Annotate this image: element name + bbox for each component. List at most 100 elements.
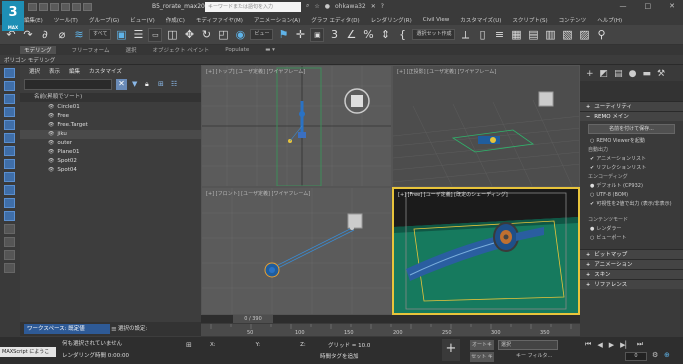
display-cameras-icon[interactable] bbox=[4, 107, 15, 117]
zoom-extents-icon[interactable]: ⊕ bbox=[664, 351, 670, 359]
x-coord-label[interactable]: X: bbox=[210, 342, 216, 348]
pivot-icon[interactable]: ⚑ bbox=[276, 28, 290, 42]
list-item[interactable]: 👁︎ Free bbox=[20, 112, 201, 121]
reference-coord-dropdown[interactable]: ビュー bbox=[250, 29, 274, 40]
bitmap-rollout[interactable]: + ビットマップ bbox=[580, 249, 683, 259]
window-crossing-icon[interactable]: ◫ bbox=[165, 28, 179, 42]
display-bones-icon[interactable] bbox=[4, 172, 15, 182]
time-config-icon[interactable]: ⚙ bbox=[652, 351, 658, 359]
save-icon[interactable] bbox=[50, 3, 59, 11]
layer-explorer-icon[interactable]: ≡ bbox=[492, 28, 506, 42]
name-column-header[interactable]: 名前(昇順でソート) bbox=[20, 93, 201, 102]
viewport-top[interactable]: [+] [トップ] [ユーザ定義] [ワイヤフレーム] bbox=[201, 65, 392, 187]
selection-settings[interactable]: 選択の設定: bbox=[118, 324, 147, 332]
viewport-orthographic[interactable]: [+] [正投影] [ユーザ定義] [ワイヤフレーム] bbox=[392, 65, 580, 187]
undo-icon[interactable] bbox=[61, 3, 70, 11]
remo-main-rollout[interactable]: − REMO メイン bbox=[580, 111, 683, 121]
viewport-front[interactable]: [+] [フロント] [ユーザ定義] [ワイヤフレーム] bbox=[201, 187, 392, 315]
close-button[interactable]: ✕ bbox=[669, 2, 675, 10]
ribbon-icon[interactable]: ▦ bbox=[509, 28, 523, 42]
visibility-checkbox[interactable]: ✔ 可視性を2値で出力 (表示/非表示) bbox=[580, 200, 683, 216]
skin-rollout[interactable]: + スキン bbox=[580, 269, 683, 279]
z-coord-label[interactable]: Z: bbox=[300, 342, 306, 348]
eye-icon[interactable]: 👁︎ bbox=[48, 149, 54, 155]
select-manipulate-icon[interactable]: ✛ bbox=[293, 28, 307, 42]
display-none-icon[interactable] bbox=[4, 237, 15, 247]
viewcube-icon[interactable] bbox=[538, 91, 554, 107]
eye-icon[interactable]: 👁︎ bbox=[48, 122, 54, 128]
list-item[interactable]: 👁︎ Free.Target bbox=[20, 121, 201, 130]
renderer-radio[interactable]: ● レンダラー bbox=[580, 225, 683, 234]
cp932-radio[interactable]: ● デフォルト (CP932) bbox=[580, 182, 683, 191]
set-key-button[interactable]: セット キー bbox=[470, 352, 494, 362]
anim-list-checkbox[interactable]: ✔ アニメーションリスト bbox=[580, 155, 683, 164]
display-spacewarps-icon[interactable] bbox=[4, 133, 15, 143]
tab-populate[interactable]: Populate bbox=[225, 47, 249, 53]
unlink-icon[interactable]: ⌀ bbox=[55, 28, 69, 42]
binoculars-icon[interactable]: ⌕ bbox=[306, 2, 309, 10]
maximize-button[interactable]: □ bbox=[645, 2, 652, 10]
filter-dropdown[interactable]: すべて bbox=[89, 29, 112, 40]
menu-tools[interactable]: ツール(T) bbox=[54, 16, 78, 24]
select-object-icon[interactable]: ▣ bbox=[114, 28, 128, 42]
rotate-icon[interactable]: ↻ bbox=[199, 28, 213, 42]
viewport-free-camera[interactable]: [+] [Free] [ユーザ定義] [既定のシェーディング] bbox=[392, 187, 580, 315]
key-filters-button[interactable]: キー フィルタ... bbox=[516, 352, 552, 359]
current-frame-field[interactable]: 0 bbox=[625, 352, 647, 361]
time-slider-thumb[interactable]: 0 / 390 bbox=[233, 315, 273, 323]
polygon-modeling-label[interactable]: ポリゴン モデリング bbox=[0, 56, 55, 64]
snap-3d-icon[interactable]: 3 bbox=[327, 28, 341, 42]
move-icon[interactable]: ✥ bbox=[182, 28, 196, 42]
schematic-view-icon[interactable]: ▥ bbox=[543, 28, 557, 42]
menu-animation[interactable]: アニメーション(A) bbox=[254, 16, 300, 24]
filter-icon[interactable]: ▼ bbox=[132, 80, 137, 88]
menu-graph-editors[interactable]: グラフ エディタ(D) bbox=[311, 16, 359, 24]
align-icon[interactable]: ▯ bbox=[475, 28, 489, 42]
viewport-label[interactable]: [+] [正投影] [ユーザ定義] [ワイヤフレーム] bbox=[397, 68, 496, 75]
eye-icon[interactable]: 👁︎ bbox=[48, 113, 54, 119]
scale-icon[interactable]: ◰ bbox=[216, 28, 230, 42]
scene-menu-edit[interactable]: 編集 bbox=[69, 67, 80, 75]
layer-icon[interactable]: ☷ bbox=[171, 80, 177, 88]
menu-customize[interactable]: カスタマイズ(U) bbox=[460, 16, 501, 24]
list-item[interactable]: 👁︎ Plane01 bbox=[20, 148, 201, 157]
user-name[interactable]: ohkawa32 bbox=[335, 3, 366, 10]
remo-viewer-option[interactable]: ○ REMO Viewerを起動 bbox=[580, 137, 683, 146]
open-file-icon[interactable] bbox=[39, 3, 48, 11]
eye-icon[interactable]: 👁︎ bbox=[48, 158, 54, 164]
help-icon[interactable]: ? bbox=[381, 3, 384, 10]
play-icon[interactable]: ▶ bbox=[609, 341, 614, 349]
workspace-dropdown[interactable]: ワークスペース: 既定値 bbox=[24, 324, 110, 334]
display-xrefs-icon[interactable] bbox=[4, 159, 15, 169]
tab-freeform[interactable]: フリーフォーム bbox=[72, 46, 110, 54]
menu-view[interactable]: ビュー(V) bbox=[130, 16, 155, 24]
menu-modifiers[interactable]: モディファイヤ(M) bbox=[196, 16, 243, 24]
lock-icon[interactable]: 🔒︎ bbox=[145, 80, 149, 89]
display-shapes-icon[interactable] bbox=[4, 81, 15, 91]
mirror-icon[interactable]: ⟂ bbox=[458, 28, 472, 42]
menu-help[interactable]: ヘルプ(H) bbox=[597, 16, 622, 24]
eye-icon[interactable]: 👁︎ bbox=[48, 104, 54, 110]
redo-icon[interactable] bbox=[72, 3, 81, 11]
previous-frame-icon[interactable]: ◀ bbox=[597, 341, 602, 349]
maxscript-listener[interactable]: MAXScript にようこ bbox=[0, 347, 56, 357]
utility-rollout[interactable]: + ユーティリティ bbox=[580, 101, 683, 111]
edit-named-sel-icon[interactable]: { bbox=[395, 28, 409, 42]
menu-scripting[interactable]: スクリプト(S) bbox=[512, 16, 547, 24]
render-setup-icon[interactable]: ▨ bbox=[577, 28, 591, 42]
star-icon[interactable]: ☆ bbox=[314, 3, 319, 10]
render-frame-icon[interactable]: ⚲ bbox=[594, 28, 608, 42]
display-all-icon[interactable] bbox=[4, 224, 15, 234]
display-tab-icon[interactable]: ▬ bbox=[642, 69, 651, 79]
lock-selection-icon[interactable]: ⊞ bbox=[186, 341, 192, 349]
modify-tab-icon[interactable]: ◩ bbox=[600, 69, 609, 79]
list-item[interactable]: 👁︎ Circle01 bbox=[20, 103, 201, 112]
auto-key-button[interactable]: オートキー bbox=[470, 340, 494, 358]
menu-civil-view[interactable]: Civil View bbox=[423, 17, 449, 23]
link-icon[interactable]: ∂ bbox=[38, 28, 52, 42]
display-containers-icon[interactable] bbox=[4, 185, 15, 195]
viewport-label[interactable]: [+] [フロント] [ユーザ定義] [ワイヤフレーム] bbox=[206, 190, 310, 197]
menu-edit[interactable]: 編集(E) bbox=[24, 16, 43, 24]
project-folder-icon[interactable] bbox=[83, 3, 92, 11]
close-x-icon[interactable]: ✕ bbox=[371, 3, 376, 10]
